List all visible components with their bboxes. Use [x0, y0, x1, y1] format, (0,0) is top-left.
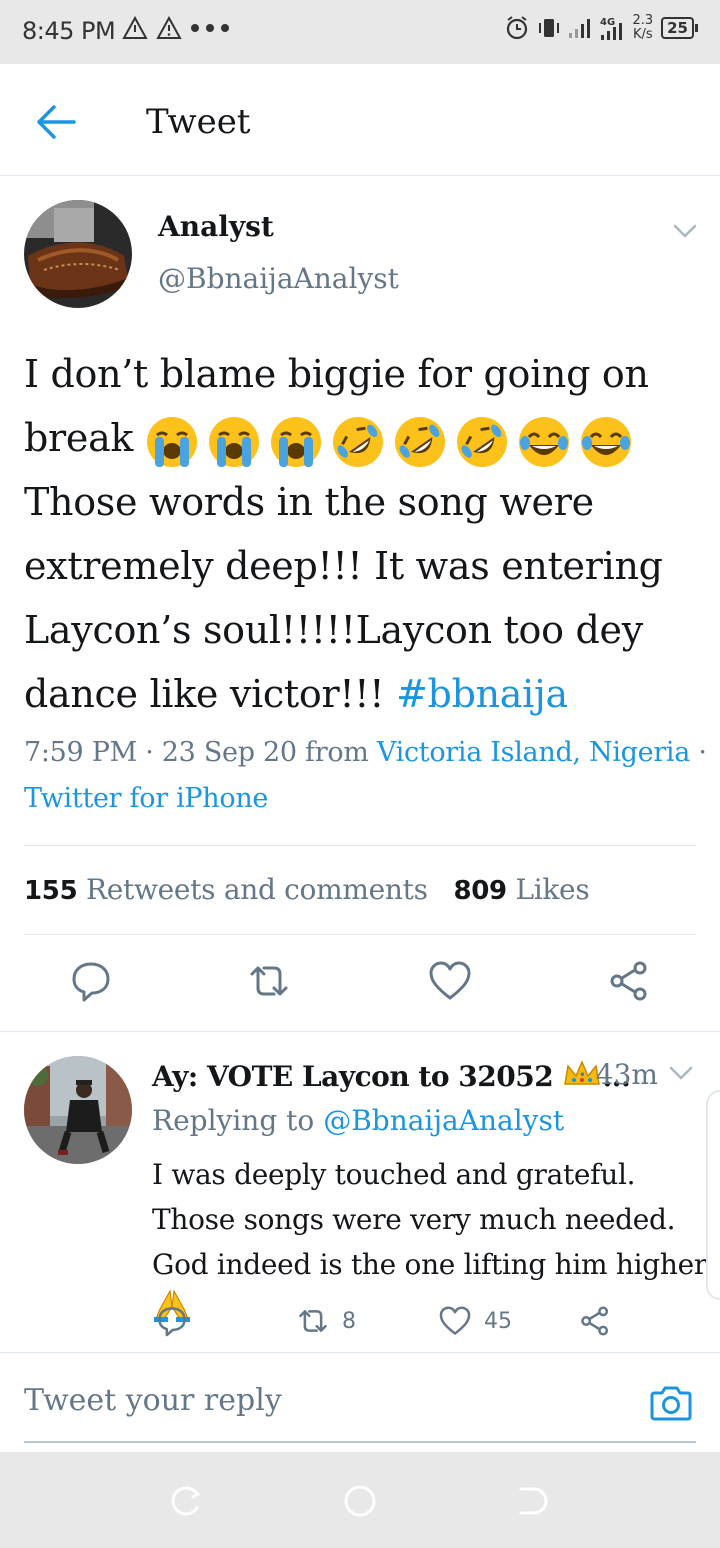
tweet-metadata: 7:59 PM · 23 Sep 20 from Victoria Island… — [24, 737, 707, 814]
scroll-indicator[interactable] — [706, 1090, 720, 1300]
network-4g-icon: 4G — [600, 17, 623, 40]
network-speed: 2.3 K/s — [632, 13, 654, 42]
share-icon[interactable] — [606, 958, 652, 1004]
replying-to-handle[interactable]: @BbnaijaAnalyst — [323, 1104, 564, 1137]
input-underline — [24, 1441, 696, 1443]
rolling-on-floor-laughing-icon — [394, 416, 445, 467]
divider — [24, 934, 696, 935]
divider — [0, 1031, 720, 1032]
status-time: 8:45 PM — [22, 17, 116, 45]
tweet-time: 7:59 PM — [24, 737, 137, 768]
retweet-icon[interactable] — [246, 958, 292, 1004]
person-avatar-image — [24, 1056, 132, 1164]
alarm-icon — [507, 16, 528, 40]
reply-icon[interactable] — [68, 958, 114, 1004]
reply-like-button[interactable]: 45 — [438, 1304, 512, 1338]
face-with-tears-of-joy-icon — [580, 416, 631, 467]
reply-reply-button[interactable] — [155, 1304, 189, 1338]
system-nav-bar — [0, 1452, 720, 1548]
svg-text:4G: 4G — [600, 17, 615, 28]
loudly-crying-face-icon — [208, 416, 259, 467]
face-with-tears-of-joy-icon — [518, 416, 569, 467]
retweets-stat[interactable]: 155 Retweets and comments — [24, 873, 428, 906]
author-name[interactable]: Analyst — [158, 210, 274, 243]
like-heart-icon[interactable] — [427, 958, 473, 1004]
back-icon[interactable] — [517, 1484, 551, 1518]
loudly-crying-face-icon — [270, 416, 321, 467]
recent-apps-icon[interactable] — [169, 1484, 203, 1518]
back-arrow-icon[interactable] — [34, 102, 78, 142]
author-avatar[interactable] — [24, 200, 132, 308]
status-bar: 8:45 PM 4G 2.3 K/s 25 — [0, 0, 720, 64]
divider — [24, 845, 696, 846]
reply-retweet-button[interactable]: 8 — [296, 1304, 356, 1338]
warning-icon — [156, 16, 182, 39]
tweet-actions — [0, 958, 720, 1014]
shoe-avatar-image — [24, 200, 132, 308]
retweet-icon — [299, 1310, 327, 1332]
chevron-down-icon[interactable] — [672, 222, 698, 240]
tweet-body: I don’t blame biggie for going on break … — [24, 352, 663, 716]
loudly-crying-face-icon — [146, 416, 197, 467]
tweet-stats: 155 Retweets and comments 809 Likes — [24, 873, 590, 906]
reply-like-count: 45 — [484, 1308, 512, 1334]
like-heart-icon — [439, 1306, 471, 1335]
reply-input[interactable]: Tweet your reply — [24, 1383, 282, 1418]
reply-actions: 8 45 — [0, 1304, 720, 1344]
reply-retweet-count: 8 — [342, 1308, 356, 1334]
signal-icon — [569, 19, 591, 38]
author-handle[interactable]: @BbnaijaAnalyst — [158, 262, 399, 295]
reply-share-button[interactable] — [578, 1304, 612, 1338]
rolling-on-floor-laughing-icon — [456, 416, 507, 467]
warning-icon — [122, 16, 148, 39]
likes-stat[interactable]: 809 Likes — [453, 873, 589, 906]
client-link[interactable]: Twitter for iPhone — [24, 783, 268, 814]
reply-author-avatar[interactable] — [24, 1056, 132, 1164]
chevron-down-icon[interactable] — [668, 1064, 694, 1082]
reply-author-name[interactable]: Ay: VOTE Laycon to 32052 ... — [152, 1058, 631, 1093]
reply-time: · 43m — [578, 1058, 658, 1091]
rolling-on-floor-laughing-icon — [332, 416, 383, 467]
app-header: Tweet — [0, 64, 720, 176]
reply-composer: Tweet your reply — [0, 1352, 720, 1452]
home-icon[interactable] — [343, 1484, 377, 1518]
replying-to: Replying to @BbnaijaAnalyst — [152, 1104, 565, 1137]
battery-indicator: 25 — [661, 17, 698, 39]
more-notifications-icon — [191, 24, 229, 32]
reply-icon — [158, 1307, 186, 1337]
camera-icon[interactable] — [650, 1383, 692, 1423]
tweet-date: 23 Sep 20 — [161, 737, 297, 768]
share-icon — [581, 1306, 609, 1336]
location-link[interactable]: Victoria Island, Nigeria — [377, 737, 690, 768]
hashtag-link[interactable]: #bbnaija — [396, 672, 568, 716]
page-title: Tweet — [146, 102, 251, 142]
vibrate-icon — [539, 19, 560, 37]
